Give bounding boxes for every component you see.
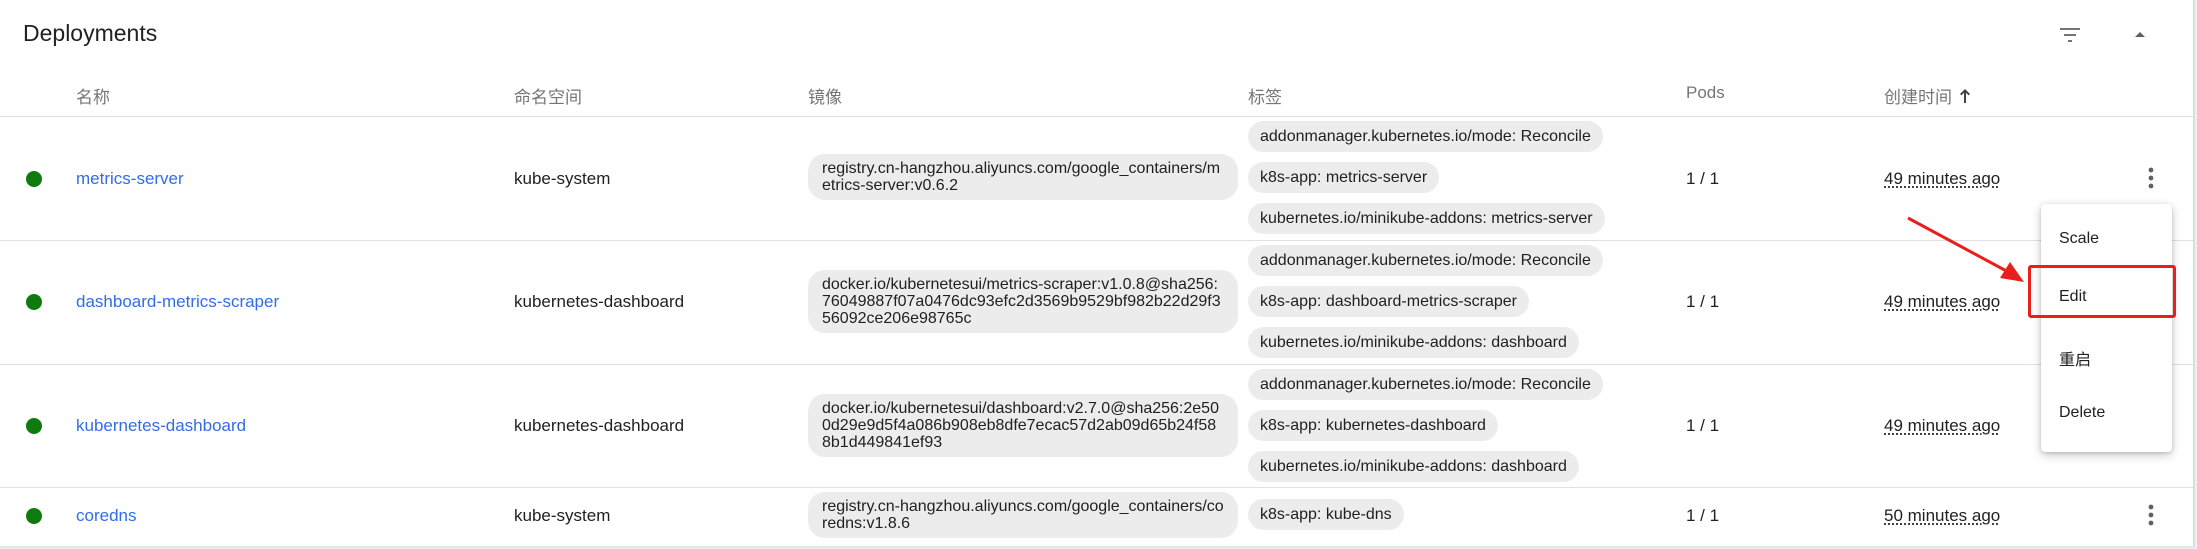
deployments-card: Deployments 名称 命名空间 镜像 标签 Pods 创建时间 metr… <box>0 0 2195 548</box>
namespace-text: kubernetes-dashboard <box>514 292 685 311</box>
column-header-created-label: 创建时间 <box>1884 88 1952 107</box>
deployment-name-link[interactable]: coredns <box>76 506 136 526</box>
column-header-labels[interactable]: 标签 <box>1248 83 1282 108</box>
more-actions-button[interactable] <box>2139 500 2163 530</box>
image-chip: docker.io/kubernetesui/metrics-scraper:v… <box>808 270 1238 333</box>
annotation-highlight-box <box>2028 265 2176 318</box>
column-header-created[interactable]: 创建时间 <box>1884 83 1972 108</box>
table-row: coredns kube-system registry.cn-hangzhou… <box>0 488 2193 546</box>
more-vert-icon <box>2148 167 2154 189</box>
image-chip: docker.io/kubernetesui/dashboard:v2.7.0@… <box>808 394 1238 457</box>
namespace-text: kube-system <box>514 506 611 525</box>
table-header: 名称 命名空间 镜像 标签 Pods 创建时间 <box>0 72 2193 117</box>
collapse-button[interactable] <box>2123 18 2157 52</box>
pods-count: 1 / 1 <box>1686 292 1720 311</box>
menu-item-delete[interactable]: Delete <box>2059 404 2105 422</box>
created-time: 49 minutes ago <box>1884 416 2001 435</box>
menu-item-scale[interactable]: Scale <box>2059 230 2099 248</box>
card-header: Deployments <box>0 0 2193 70</box>
column-header-name[interactable]: 名称 <box>76 83 110 108</box>
pods-count: 1 / 1 <box>1686 169 1720 188</box>
sort-arrow-up-icon <box>1960 88 1970 103</box>
namespace-text: kubernetes-dashboard <box>514 416 685 435</box>
annotation-arrow-icon <box>1907 216 2024 282</box>
label-chip: kubernetes.io/minikube-addons: dashboard <box>1248 451 1579 482</box>
namespace-text: kube-system <box>514 169 611 188</box>
pods-count: 1 / 1 <box>1686 416 1720 435</box>
column-header-namespace[interactable]: 命名空间 <box>514 83 582 108</box>
more-vert-icon <box>2148 504 2154 526</box>
table-row: kubernetes-dashboard kubernetes-dashboar… <box>0 365 2193 488</box>
label-chip: kubernetes.io/minikube-addons: metrics-s… <box>1248 203 1605 234</box>
card-title: Deployments <box>23 20 158 46</box>
column-header-pods[interactable]: Pods <box>1686 83 1725 103</box>
label-chip: addonmanager.kubernetes.io/mode: Reconci… <box>1248 121 1603 152</box>
filter-icon <box>2060 28 2080 42</box>
status-ok-icon <box>26 294 42 310</box>
label-chip: addonmanager.kubernetes.io/mode: Reconci… <box>1248 245 1603 276</box>
label-chip: k8s-app: kube-dns <box>1248 499 1404 530</box>
table-row: metrics-server kube-system registry.cn-h… <box>0 117 2193 241</box>
filter-button[interactable] <box>2053 18 2087 52</box>
menu-item-restart[interactable]: 重启 <box>2059 346 2091 370</box>
label-chip: k8s-app: metrics-server <box>1248 162 1440 193</box>
table-row: dashboard-metrics-scraper kubernetes-das… <box>0 241 2193 365</box>
column-header-image[interactable]: 镜像 <box>808 83 842 108</box>
image-chip: registry.cn-hangzhou.aliyuncs.com/google… <box>808 154 1238 200</box>
pods-count: 1 / 1 <box>1686 506 1720 525</box>
label-chip: kubernetes.io/minikube-addons: dashboard <box>1248 327 1579 358</box>
created-time: 49 minutes ago <box>1884 292 2001 311</box>
status-ok-icon <box>26 508 42 524</box>
deployment-name-link[interactable]: dashboard-metrics-scraper <box>76 292 279 312</box>
label-chip: addonmanager.kubernetes.io/mode: Reconci… <box>1248 369 1603 400</box>
label-chip: k8s-app: dashboard-metrics-scraper <box>1248 286 1529 317</box>
row-actions-menu: Scale Edit 重启 Delete <box>2041 204 2172 452</box>
image-chip: registry.cn-hangzhou.aliyuncs.com/google… <box>808 492 1238 538</box>
status-ok-icon <box>26 171 42 187</box>
created-time: 49 minutes ago <box>1884 169 2001 188</box>
more-actions-button[interactable] <box>2139 163 2163 193</box>
status-ok-icon <box>26 418 42 434</box>
deployment-name-link[interactable]: metrics-server <box>76 169 184 189</box>
label-chip: k8s-app: kubernetes-dashboard <box>1248 410 1498 441</box>
chevron-up-icon <box>2135 32 2145 37</box>
deployment-name-link[interactable]: kubernetes-dashboard <box>76 416 246 436</box>
created-time: 50 minutes ago <box>1884 506 2001 525</box>
